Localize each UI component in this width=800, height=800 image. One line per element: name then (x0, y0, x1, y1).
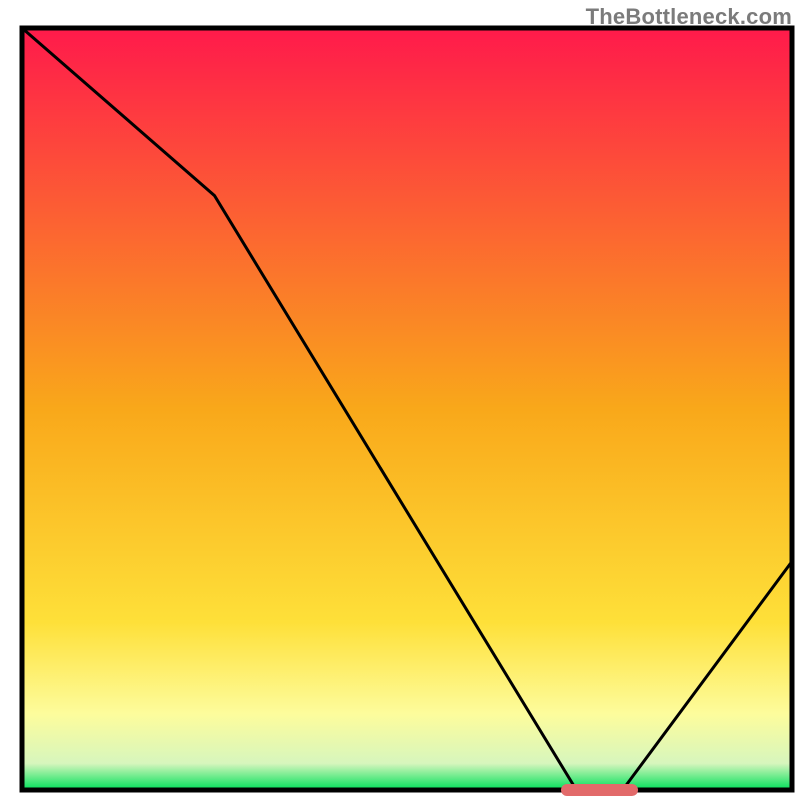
watermark-text: TheBottleneck.com (586, 4, 792, 30)
optimal-marker (561, 784, 638, 796)
bottleneck-chart (0, 0, 800, 800)
plot-background (22, 28, 792, 790)
chart-container: TheBottleneck.com (0, 0, 800, 800)
